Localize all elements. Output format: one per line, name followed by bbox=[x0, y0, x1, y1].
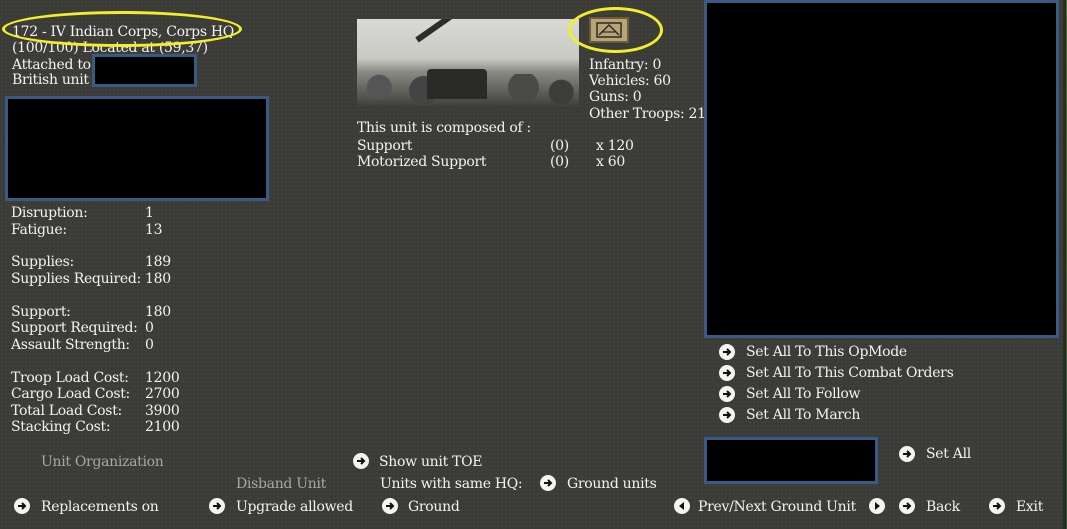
unit-list-redacted bbox=[704, 0, 1059, 338]
disruption-value: 1 bbox=[145, 205, 154, 221]
support-label: Support: bbox=[11, 304, 71, 320]
supplies-value: 189 bbox=[145, 254, 171, 270]
arrow-right-icon[interactable] bbox=[719, 407, 735, 423]
set-all-follow-button[interactable]: Set All To Follow bbox=[746, 386, 861, 402]
same-hq-label: Units with same HQ: bbox=[380, 476, 523, 492]
attached-hq-redacted[interactable] bbox=[92, 54, 197, 87]
composition-item-name: Motorized Support bbox=[357, 154, 487, 170]
disruption-label: Disruption: bbox=[11, 205, 88, 221]
arrow-right-icon[interactable] bbox=[719, 386, 735, 402]
triangle-right-icon[interactable] bbox=[869, 498, 885, 514]
composition-item-count: x 60 bbox=[596, 154, 625, 170]
composition-item-count: x 120 bbox=[596, 138, 634, 154]
supplies-label: Supplies: bbox=[11, 254, 74, 270]
arrow-right-icon[interactable] bbox=[719, 365, 735, 381]
nationality-label: British unit bbox=[12, 72, 89, 88]
troop-load-label: Troop Load Cost: bbox=[11, 370, 129, 386]
unit-detail-panel: 172 - IV Indian Corps, Corps HQ (100/100… bbox=[0, 0, 1066, 529]
arrow-right-icon[interactable] bbox=[353, 453, 369, 469]
composition-item-damaged: (0) bbox=[550, 138, 569, 154]
stacking-cost-label: Stacking Cost: bbox=[11, 419, 111, 435]
unit-info-redacted bbox=[5, 96, 269, 201]
arrow-right-icon[interactable] bbox=[899, 498, 915, 514]
composition-item-name: Support bbox=[357, 138, 413, 154]
assault-strength-label: Assault Strength: bbox=[11, 337, 130, 353]
arrow-right-icon[interactable] bbox=[209, 498, 225, 514]
cargo-load-value: 2700 bbox=[145, 386, 180, 402]
arrow-right-icon[interactable] bbox=[14, 498, 30, 514]
unit-title-highlight bbox=[2, 11, 242, 47]
total-load-value: 3900 bbox=[145, 403, 180, 419]
support-required-value: 0 bbox=[145, 320, 154, 336]
arrow-right-icon[interactable] bbox=[989, 498, 1005, 514]
ground-button[interactable]: Ground bbox=[408, 499, 460, 515]
assault-strength-value: 0 bbox=[145, 337, 154, 353]
flag-highlight bbox=[568, 7, 663, 53]
arrow-right-icon[interactable] bbox=[899, 446, 915, 462]
set-all-combat-orders-button[interactable]: Set All To This Combat Orders bbox=[746, 365, 954, 381]
upgrade-toggle[interactable]: Upgrade allowed bbox=[236, 499, 353, 515]
set-all-selection-redacted[interactable] bbox=[704, 437, 878, 484]
composition-item-damaged: (0) bbox=[550, 154, 569, 170]
ground-units-button[interactable]: Ground units bbox=[567, 476, 657, 492]
vehicles-count: Vehicles: 60 bbox=[589, 73, 671, 89]
supplies-required-label: Supplies Required: bbox=[11, 271, 141, 287]
set-all-opmode-button[interactable]: Set All To This OpMode bbox=[746, 344, 907, 360]
set-all-button[interactable]: Set All bbox=[926, 446, 971, 462]
exit-button[interactable]: Exit bbox=[1016, 499, 1043, 515]
attached-to-label: Attached to: bbox=[12, 57, 96, 73]
composed-of-label: This unit is composed of : bbox=[357, 120, 531, 136]
replacements-toggle[interactable]: Replacements on bbox=[41, 499, 159, 515]
troop-load-value: 1200 bbox=[145, 370, 180, 386]
back-button[interactable]: Back bbox=[926, 499, 960, 515]
infantry-count: Infantry: 0 bbox=[589, 57, 662, 73]
unit-organization-label: Unit Organization bbox=[41, 454, 164, 470]
fatigue-value: 13 bbox=[145, 222, 163, 238]
stacking-cost-value: 2100 bbox=[145, 419, 180, 435]
cargo-load-label: Cargo Load Cost: bbox=[11, 386, 130, 402]
triangle-left-icon[interactable] bbox=[674, 498, 690, 514]
other-troops-count: Other Troops: 2100 bbox=[589, 106, 723, 122]
set-all-march-button[interactable]: Set All To March bbox=[746, 407, 860, 423]
disband-unit-label: Disband Unit bbox=[236, 476, 326, 492]
arrow-right-icon[interactable] bbox=[382, 498, 398, 514]
support-required-label: Support Required: bbox=[11, 320, 138, 336]
arrow-right-icon[interactable] bbox=[719, 344, 735, 360]
support-value: 180 bbox=[145, 304, 171, 320]
guns-count: Guns: 0 bbox=[589, 89, 642, 105]
arrow-right-icon[interactable] bbox=[540, 475, 556, 491]
prev-next-ground-unit-label: Prev/Next Ground Unit bbox=[698, 499, 856, 515]
total-load-label: Total Load Cost: bbox=[11, 403, 122, 419]
supplies-required-value: 180 bbox=[145, 271, 171, 287]
show-unit-toe-button[interactable]: Show unit TOE bbox=[379, 454, 483, 470]
unit-photo bbox=[357, 19, 579, 107]
fatigue-label: Fatigue: bbox=[11, 222, 67, 238]
